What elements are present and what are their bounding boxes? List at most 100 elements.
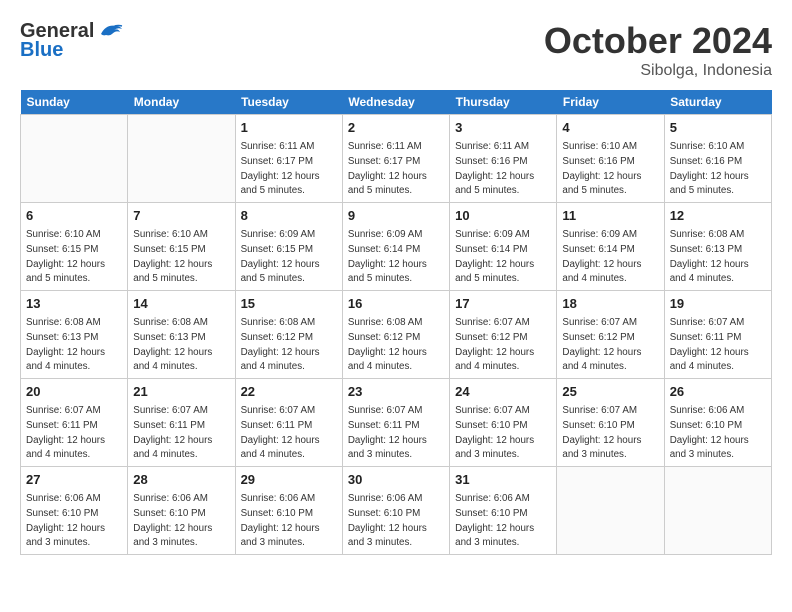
day-info: Sunrise: 6:09 AM Sunset: 6:14 PM Dayligh…	[455, 229, 534, 284]
day-number: 15	[241, 295, 337, 313]
day-number: 21	[133, 383, 229, 401]
calendar-cell: 2 Sunrise: 6:11 AM Sunset: 6:17 PM Daylig…	[342, 115, 449, 203]
day-number: 17	[455, 295, 551, 313]
calendar-cell: 24 Sunrise: 6:07 AM Sunset: 6:10 PM Dayli…	[450, 379, 557, 467]
day-number: 24	[455, 383, 551, 401]
logo-blue: Blue	[20, 39, 124, 62]
day-info: Sunrise: 6:06 AM Sunset: 6:10 PM Dayligh…	[133, 493, 212, 548]
calendar-cell: 27Sunrise: 6:06 AM Sunset: 6:10 PM Dayli…	[21, 467, 128, 555]
month-title: October 2024	[544, 20, 772, 62]
calendar-cell: 30Sunrise: 6:06 AM Sunset: 6:10 PM Dayli…	[342, 467, 449, 555]
day-number: 14	[133, 295, 229, 313]
calendar-cell: 19 Sunrise: 6:07 AM Sunset: 6:11 PM Dayli…	[664, 291, 771, 379]
day-info: Sunrise: 6:07 AM Sunset: 6:12 PM Dayligh…	[455, 317, 534, 372]
calendar-week-row: 27Sunrise: 6:06 AM Sunset: 6:10 PM Dayli…	[21, 467, 772, 555]
day-info: Sunrise: 6:06 AM Sunset: 6:10 PM Dayligh…	[670, 405, 749, 460]
calendar-cell: 4 Sunrise: 6:10 AM Sunset: 6:16 PM Daylig…	[557, 115, 664, 203]
weekday-header-thursday: Thursday	[450, 90, 557, 115]
day-info: Sunrise: 6:06 AM Sunset: 6:10 PM Dayligh…	[26, 493, 105, 548]
day-info: Sunrise: 6:07 AM Sunset: 6:11 PM Dayligh…	[241, 405, 320, 460]
day-info: Sunrise: 6:08 AM Sunset: 6:12 PM Dayligh…	[348, 317, 427, 372]
day-info: Sunrise: 6:10 AM Sunset: 6:15 PM Dayligh…	[133, 229, 212, 284]
calendar-cell: 5 Sunrise: 6:10 AM Sunset: 6:16 PM Daylig…	[664, 115, 771, 203]
day-info: Sunrise: 6:06 AM Sunset: 6:10 PM Dayligh…	[455, 493, 534, 548]
calendar-cell: 21 Sunrise: 6:07 AM Sunset: 6:11 PM Dayli…	[128, 379, 235, 467]
day-info: Sunrise: 6:09 AM Sunset: 6:14 PM Dayligh…	[562, 229, 641, 284]
day-number: 8	[241, 207, 337, 225]
calendar-cell: 11 Sunrise: 6:09 AM Sunset: 6:14 PM Dayli…	[557, 203, 664, 291]
calendar-cell: 17 Sunrise: 6:07 AM Sunset: 6:12 PM Dayli…	[450, 291, 557, 379]
weekday-header-sunday: Sunday	[21, 90, 128, 115]
day-number: 13	[26, 295, 122, 313]
day-number: 22	[241, 383, 337, 401]
calendar-cell: 31 Sunrise: 6:06 AM Sunset: 6:10 PM Dayli…	[450, 467, 557, 555]
day-number: 10	[455, 207, 551, 225]
day-info: Sunrise: 6:10 AM Sunset: 6:16 PM Dayligh…	[562, 141, 641, 196]
calendar-week-row: 20 Sunrise: 6:07 AM Sunset: 6:11 PM Dayli…	[21, 379, 772, 467]
calendar-cell: 23Sunrise: 6:07 AM Sunset: 6:11 PM Dayli…	[342, 379, 449, 467]
weekday-header-friday: Friday	[557, 90, 664, 115]
day-info: Sunrise: 6:08 AM Sunset: 6:12 PM Dayligh…	[241, 317, 320, 372]
day-info: Sunrise: 6:08 AM Sunset: 6:13 PM Dayligh…	[670, 229, 749, 284]
day-info: Sunrise: 6:07 AM Sunset: 6:11 PM Dayligh…	[348, 405, 427, 460]
calendar-cell: 6Sunrise: 6:10 AM Sunset: 6:15 PM Daylig…	[21, 203, 128, 291]
day-info: Sunrise: 6:07 AM Sunset: 6:11 PM Dayligh…	[26, 405, 105, 460]
day-number: 3	[455, 119, 551, 137]
calendar-cell: 29Sunrise: 6:06 AM Sunset: 6:10 PM Dayli…	[235, 467, 342, 555]
calendar-cell: 18Sunrise: 6:07 AM Sunset: 6:12 PM Dayli…	[557, 291, 664, 379]
day-number: 31	[455, 471, 551, 489]
day-info: Sunrise: 6:11 AM Sunset: 6:17 PM Dayligh…	[348, 141, 427, 196]
day-info: Sunrise: 6:07 AM Sunset: 6:10 PM Dayligh…	[455, 405, 534, 460]
calendar-cell: 7Sunrise: 6:10 AM Sunset: 6:15 PM Daylig…	[128, 203, 235, 291]
day-number: 20	[26, 383, 122, 401]
day-number: 4	[562, 119, 658, 137]
calendar-table: SundayMondayTuesdayWednesdayThursdayFrid…	[20, 90, 772, 555]
calendar-cell: 15 Sunrise: 6:08 AM Sunset: 6:12 PM Dayli…	[235, 291, 342, 379]
weekday-header-wednesday: Wednesday	[342, 90, 449, 115]
calendar-week-row: 6Sunrise: 6:10 AM Sunset: 6:15 PM Daylig…	[21, 203, 772, 291]
location: Sibolga, Indonesia	[544, 62, 772, 80]
calendar-cell: 28 Sunrise: 6:06 AM Sunset: 6:10 PM Dayli…	[128, 467, 235, 555]
calendar-cell: 16Sunrise: 6:08 AM Sunset: 6:12 PM Dayli…	[342, 291, 449, 379]
day-info: Sunrise: 6:08 AM Sunset: 6:13 PM Dayligh…	[26, 317, 105, 372]
weekday-header-monday: Monday	[128, 90, 235, 115]
day-info: Sunrise: 6:08 AM Sunset: 6:13 PM Dayligh…	[133, 317, 212, 372]
day-info: Sunrise: 6:10 AM Sunset: 6:15 PM Dayligh…	[26, 229, 105, 284]
day-info: Sunrise: 6:09 AM Sunset: 6:15 PM Dayligh…	[241, 229, 320, 284]
day-number: 28	[133, 471, 229, 489]
day-number: 18	[562, 295, 658, 313]
calendar-cell: 22 Sunrise: 6:07 AM Sunset: 6:11 PM Dayli…	[235, 379, 342, 467]
day-info: Sunrise: 6:11 AM Sunset: 6:16 PM Dayligh…	[455, 141, 534, 196]
page-header: General Blue October 2024 Sibolga, Indon…	[20, 20, 772, 80]
day-info: Sunrise: 6:09 AM Sunset: 6:14 PM Dayligh…	[348, 229, 427, 284]
logo-text: General Blue	[20, 20, 124, 62]
day-info: Sunrise: 6:07 AM Sunset: 6:11 PM Dayligh…	[670, 317, 749, 372]
calendar-cell: 25Sunrise: 6:07 AM Sunset: 6:10 PM Dayli…	[557, 379, 664, 467]
weekday-header-row: SundayMondayTuesdayWednesdayThursdayFrid…	[21, 90, 772, 115]
day-number: 30	[348, 471, 444, 489]
calendar-cell: 12 Sunrise: 6:08 AM Sunset: 6:13 PM Dayli…	[664, 203, 771, 291]
calendar-cell: 14 Sunrise: 6:08 AM Sunset: 6:13 PM Dayli…	[128, 291, 235, 379]
day-number: 1	[241, 119, 337, 137]
day-number: 19	[670, 295, 766, 313]
calendar-cell	[21, 115, 128, 203]
title-block: October 2024 Sibolga, Indonesia	[544, 20, 772, 80]
day-number: 26	[670, 383, 766, 401]
calendar-cell	[128, 115, 235, 203]
day-info: Sunrise: 6:11 AM Sunset: 6:17 PM Dayligh…	[241, 141, 320, 196]
calendar-cell: 1 Sunrise: 6:11 AM Sunset: 6:17 PM Daylig…	[235, 115, 342, 203]
calendar-cell: 26 Sunrise: 6:06 AM Sunset: 6:10 PM Dayli…	[664, 379, 771, 467]
day-number: 11	[562, 207, 658, 225]
day-number: 2	[348, 119, 444, 137]
calendar-cell	[557, 467, 664, 555]
day-info: Sunrise: 6:10 AM Sunset: 6:16 PM Dayligh…	[670, 141, 749, 196]
logo: General Blue	[20, 20, 124, 62]
day-number: 5	[670, 119, 766, 137]
calendar-cell: 10 Sunrise: 6:09 AM Sunset: 6:14 PM Dayli…	[450, 203, 557, 291]
calendar-cell: 13 Sunrise: 6:08 AM Sunset: 6:13 PM Dayli…	[21, 291, 128, 379]
calendar-cell: 8 Sunrise: 6:09 AM Sunset: 6:15 PM Daylig…	[235, 203, 342, 291]
day-number: 12	[670, 207, 766, 225]
day-info: Sunrise: 6:07 AM Sunset: 6:11 PM Dayligh…	[133, 405, 212, 460]
day-info: Sunrise: 6:07 AM Sunset: 6:10 PM Dayligh…	[562, 405, 641, 460]
calendar-week-row: 13 Sunrise: 6:08 AM Sunset: 6:13 PM Dayli…	[21, 291, 772, 379]
